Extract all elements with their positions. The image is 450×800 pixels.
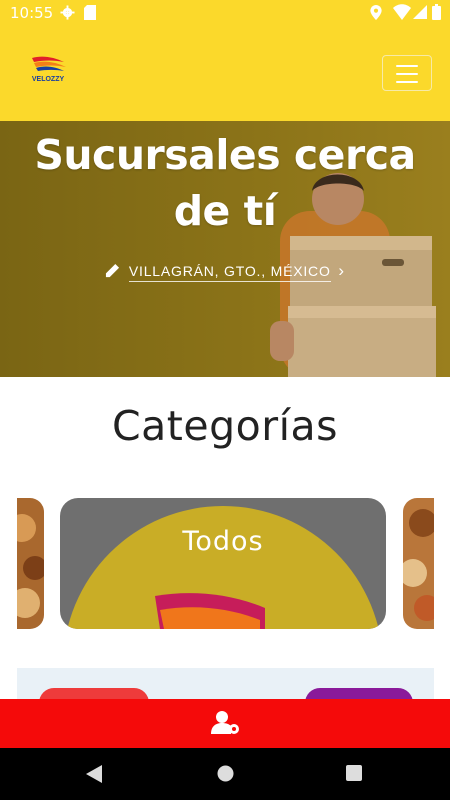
- status-bar: 10:55: [0, 0, 450, 26]
- home-icon[interactable]: [217, 765, 234, 782]
- category-card-previous[interactable]: [17, 498, 44, 629]
- food-image: [17, 514, 44, 618]
- promo-banner[interactable]: [17, 668, 434, 703]
- location-selector[interactable]: VILLAGRÁN, GTO., MÉXICO ›: [0, 261, 450, 282]
- category-card-next[interactable]: [403, 498, 434, 629]
- app-header: VELOZZY: [0, 26, 450, 121]
- logo-text: VELOZZY: [32, 76, 65, 83]
- wifi-icon: [393, 4, 411, 20]
- category-card-todos[interactable]: Todos: [60, 498, 386, 629]
- pencil-icon: [106, 263, 120, 278]
- hamburger-line: [396, 81, 418, 83]
- system-nav-bar: [0, 748, 450, 800]
- hamburger-line: [396, 73, 418, 75]
- food-image: [403, 509, 434, 621]
- category-label: Todos: [182, 526, 264, 557]
- hero-title: Sucursales cerca de tí: [34, 131, 416, 235]
- location-text: VILLAGRÁN, GTO., MÉXICO: [128, 263, 331, 282]
- velozzy-logo[interactable]: VELOZZY: [26, 54, 70, 84]
- status-time: 10:55: [10, 4, 54, 22]
- bottom-bar: [0, 699, 450, 748]
- signal-icon: [413, 5, 427, 19]
- hamburger-menu-icon: [396, 65, 418, 67]
- category-banner-image: [67, 506, 379, 629]
- back-icon[interactable]: [86, 765, 102, 783]
- sd-card-icon: [84, 5, 96, 20]
- settings-icon: [60, 5, 75, 20]
- categories-heading: Categorías: [112, 402, 338, 450]
- user-gear-icon[interactable]: [211, 710, 241, 736]
- hero-banner: Sucursales cerca de tí VILLAGRÁN, GTO., …: [0, 121, 450, 377]
- menu-button[interactable]: [382, 55, 432, 91]
- location-icon: [370, 5, 382, 20]
- battery-icon: [432, 4, 441, 20]
- chevron-right-icon: ›: [338, 261, 345, 280]
- recents-icon[interactable]: [346, 765, 362, 781]
